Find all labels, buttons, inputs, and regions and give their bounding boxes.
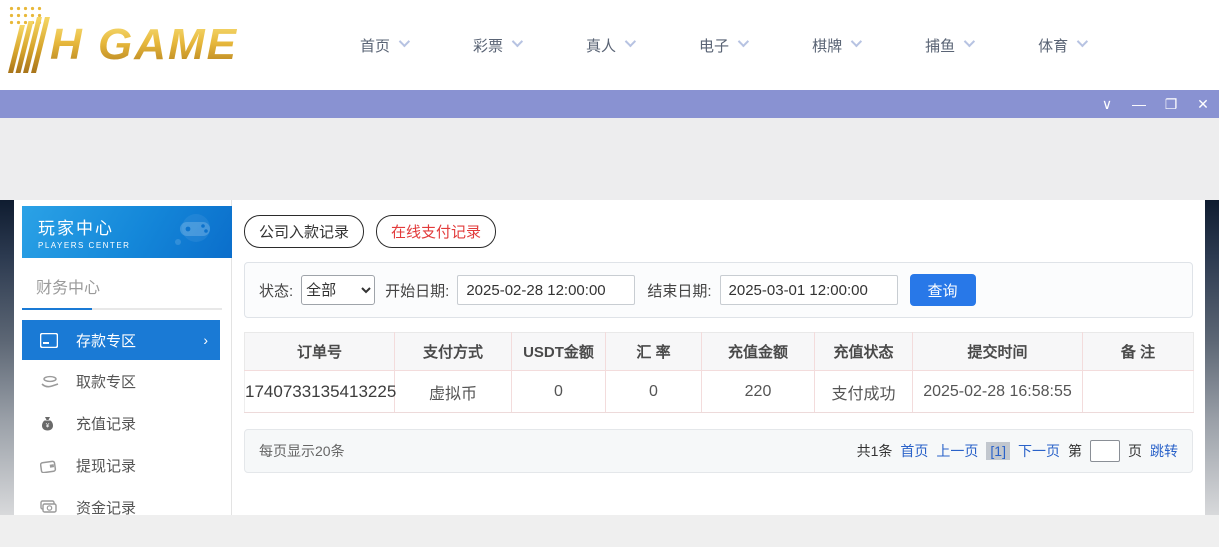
nav-item-fishing[interactable]: 捕鱼 [925, 35, 976, 56]
gamepad-icon [175, 214, 210, 245]
sidebar-menu: 存款专区 › 取款专区 ¥ 充值记录 提现记录 资金记录 [22, 320, 231, 528]
chevron-down-icon [398, 35, 411, 48]
section-divider [22, 308, 222, 310]
tab-company-deposit-records[interactable]: 公司入款记录 [244, 215, 365, 248]
jump-suffix-label: 页 [1128, 443, 1142, 459]
cell-rate: 0 [605, 370, 702, 413]
table-row: 1740733135413225 虚拟币 0 0 220 支付成功 2025-0… [244, 370, 1194, 413]
bottom-band [0, 515, 1219, 547]
banknotes-icon [40, 500, 60, 516]
end-date-label: 结束日期: [647, 282, 712, 300]
pagination-controls: 共1条 首页 上一页 [1] 下一页 第 页 跳转 [857, 440, 1178, 462]
hand-coins-icon [40, 374, 60, 390]
chevron-down-icon [624, 35, 637, 48]
col-header-rate: 汇 率 [605, 332, 702, 371]
cell-pay-method: 虚拟币 [394, 370, 512, 413]
col-header-usdt-amount: USDT金额 [511, 332, 606, 371]
col-header-order-no: 订单号 [244, 332, 395, 371]
sidebar-item-label: 充值记录 [76, 416, 137, 433]
total-count-label: 共1条 [856, 443, 893, 459]
start-date-label: 开始日期: [385, 282, 450, 300]
page: H GAME 首页 彩票 真人 电子 棋牌 捕鱼 体育 ∨ — ❐ ✕ 玩家中心… [0, 0, 1219, 547]
deposit-card-icon [40, 332, 60, 348]
jump-prefix-label: 第 [1068, 443, 1082, 459]
cell-recharge-status: 支付成功 [814, 370, 913, 413]
logo-stripes-icon [8, 5, 50, 73]
prev-page-link[interactable]: 上一页 [936, 441, 978, 461]
svg-text:¥: ¥ [46, 422, 50, 429]
main-nav: 首页 彩票 真人 电子 棋牌 捕鱼 体育 [360, 35, 1151, 56]
jump-button[interactable]: 跳转 [1150, 441, 1178, 461]
col-header-recharge-amount: 充值金额 [701, 332, 815, 371]
cell-note [1082, 370, 1194, 413]
cell-order-no: 1740733135413225 [244, 370, 396, 413]
current-page-indicator: [1] [986, 442, 1010, 460]
sidebar: 玩家中心 PLAYERS CENTER 财务中心 存款专区 › 取款专区 ¥ 充… [14, 200, 232, 517]
tab-online-payment-records[interactable]: 在线支付记录 [376, 215, 497, 248]
chevron-down-icon [511, 35, 524, 48]
chevron-down-icon [963, 35, 976, 48]
col-header-submit-time: 提交时间 [912, 332, 1083, 371]
players-center-header: 玩家中心 PLAYERS CENTER [22, 206, 232, 258]
content-panel: 公司入款记录 在线支付记录 状态: 全部 开始日期: 结束日期: 查询 [232, 200, 1205, 515]
col-header-recharge-status: 充值状态 [814, 332, 913, 371]
sidebar-item-label: 取款专区 [76, 374, 137, 391]
site-header: H GAME 首页 彩票 真人 电子 棋牌 捕鱼 体育 [0, 0, 1219, 90]
status-label: 状态: [259, 282, 294, 300]
status-select[interactable]: 全部 [301, 275, 376, 305]
sidebar-item-deposit-zone[interactable]: 存款专区 › [22, 320, 220, 360]
nav-item-chess[interactable]: 棋牌 [812, 35, 863, 56]
table-header-row: 订单号 支付方式 USDT金额 汇 率 充值金额 充值状态 提交时间 备 注 [244, 332, 1194, 371]
sidebar-item-label: 存款专区 [76, 332, 137, 350]
pagination-bar: 每页显示20条 共1条 首页 上一页 [1] 下一页 第 页 跳转 [244, 429, 1193, 473]
search-button[interactable]: 查询 [909, 274, 976, 306]
filter-bar: 状态: 全部 开始日期: 结束日期: 查询 [244, 262, 1193, 318]
wallet-icon [40, 458, 60, 474]
main-area: 玩家中心 PLAYERS CENTER 财务中心 存款专区 › 取款专区 ¥ 充… [0, 200, 1219, 517]
window-maximize-icon[interactable]: ❐ [1155, 90, 1187, 118]
window-titlebar: ∨ — ❐ ✕ [0, 90, 1219, 118]
window-minimize-icon[interactable]: — [1123, 90, 1155, 118]
logo-text: H GAME [50, 20, 238, 69]
record-tabs: 公司入款记录 在线支付记录 [244, 215, 1193, 248]
col-header-note: 备 注 [1082, 332, 1194, 371]
chevron-down-icon [850, 35, 863, 48]
nav-item-live[interactable]: 真人 [586, 35, 637, 56]
chevron-right-icon: › [203, 332, 208, 348]
nav-item-home[interactable]: 首页 [360, 35, 411, 56]
window-dropdown-icon[interactable]: ∨ [1091, 90, 1123, 118]
next-page-link[interactable]: 下一页 [1018, 441, 1060, 461]
start-date-input[interactable] [457, 275, 636, 305]
cell-submit-time: 2025-02-28 16:58:55 [912, 370, 1083, 413]
window-close-icon[interactable]: ✕ [1187, 90, 1219, 118]
sidebar-item-recharge-records[interactable]: ¥ 充值记录 [22, 403, 220, 444]
per-page-label: 每页显示20条 [259, 443, 345, 459]
chevron-down-icon [1076, 35, 1089, 48]
spacer-band [0, 118, 1219, 200]
sidebar-item-label: 提现记录 [76, 458, 137, 475]
sidebar-item-withdraw-zone[interactable]: 取款专区 [22, 361, 220, 402]
nav-item-sports[interactable]: 体育 [1038, 35, 1089, 56]
nav-item-lottery[interactable]: 彩票 [473, 35, 524, 56]
cell-recharge-amount: 220 [701, 370, 815, 413]
first-page-link[interactable]: 首页 [900, 441, 928, 461]
money-bag-icon: ¥ [40, 416, 60, 432]
logo[interactable]: H GAME [8, 5, 304, 73]
end-date-input[interactable] [719, 275, 898, 305]
cell-usdt-amount: 0 [511, 370, 606, 413]
chevron-down-icon [737, 35, 750, 48]
sidebar-item-withdraw-records[interactable]: 提现记录 [22, 445, 220, 486]
records-table: 订单号 支付方式 USDT金额 汇 率 充值金额 充值状态 提交时间 备 注 1… [244, 332, 1194, 413]
page-jump-input[interactable] [1090, 440, 1120, 462]
col-header-pay-method: 支付方式 [394, 332, 512, 371]
finance-center-label: 财务中心 [36, 280, 101, 297]
nav-item-slots[interactable]: 电子 [699, 35, 750, 56]
